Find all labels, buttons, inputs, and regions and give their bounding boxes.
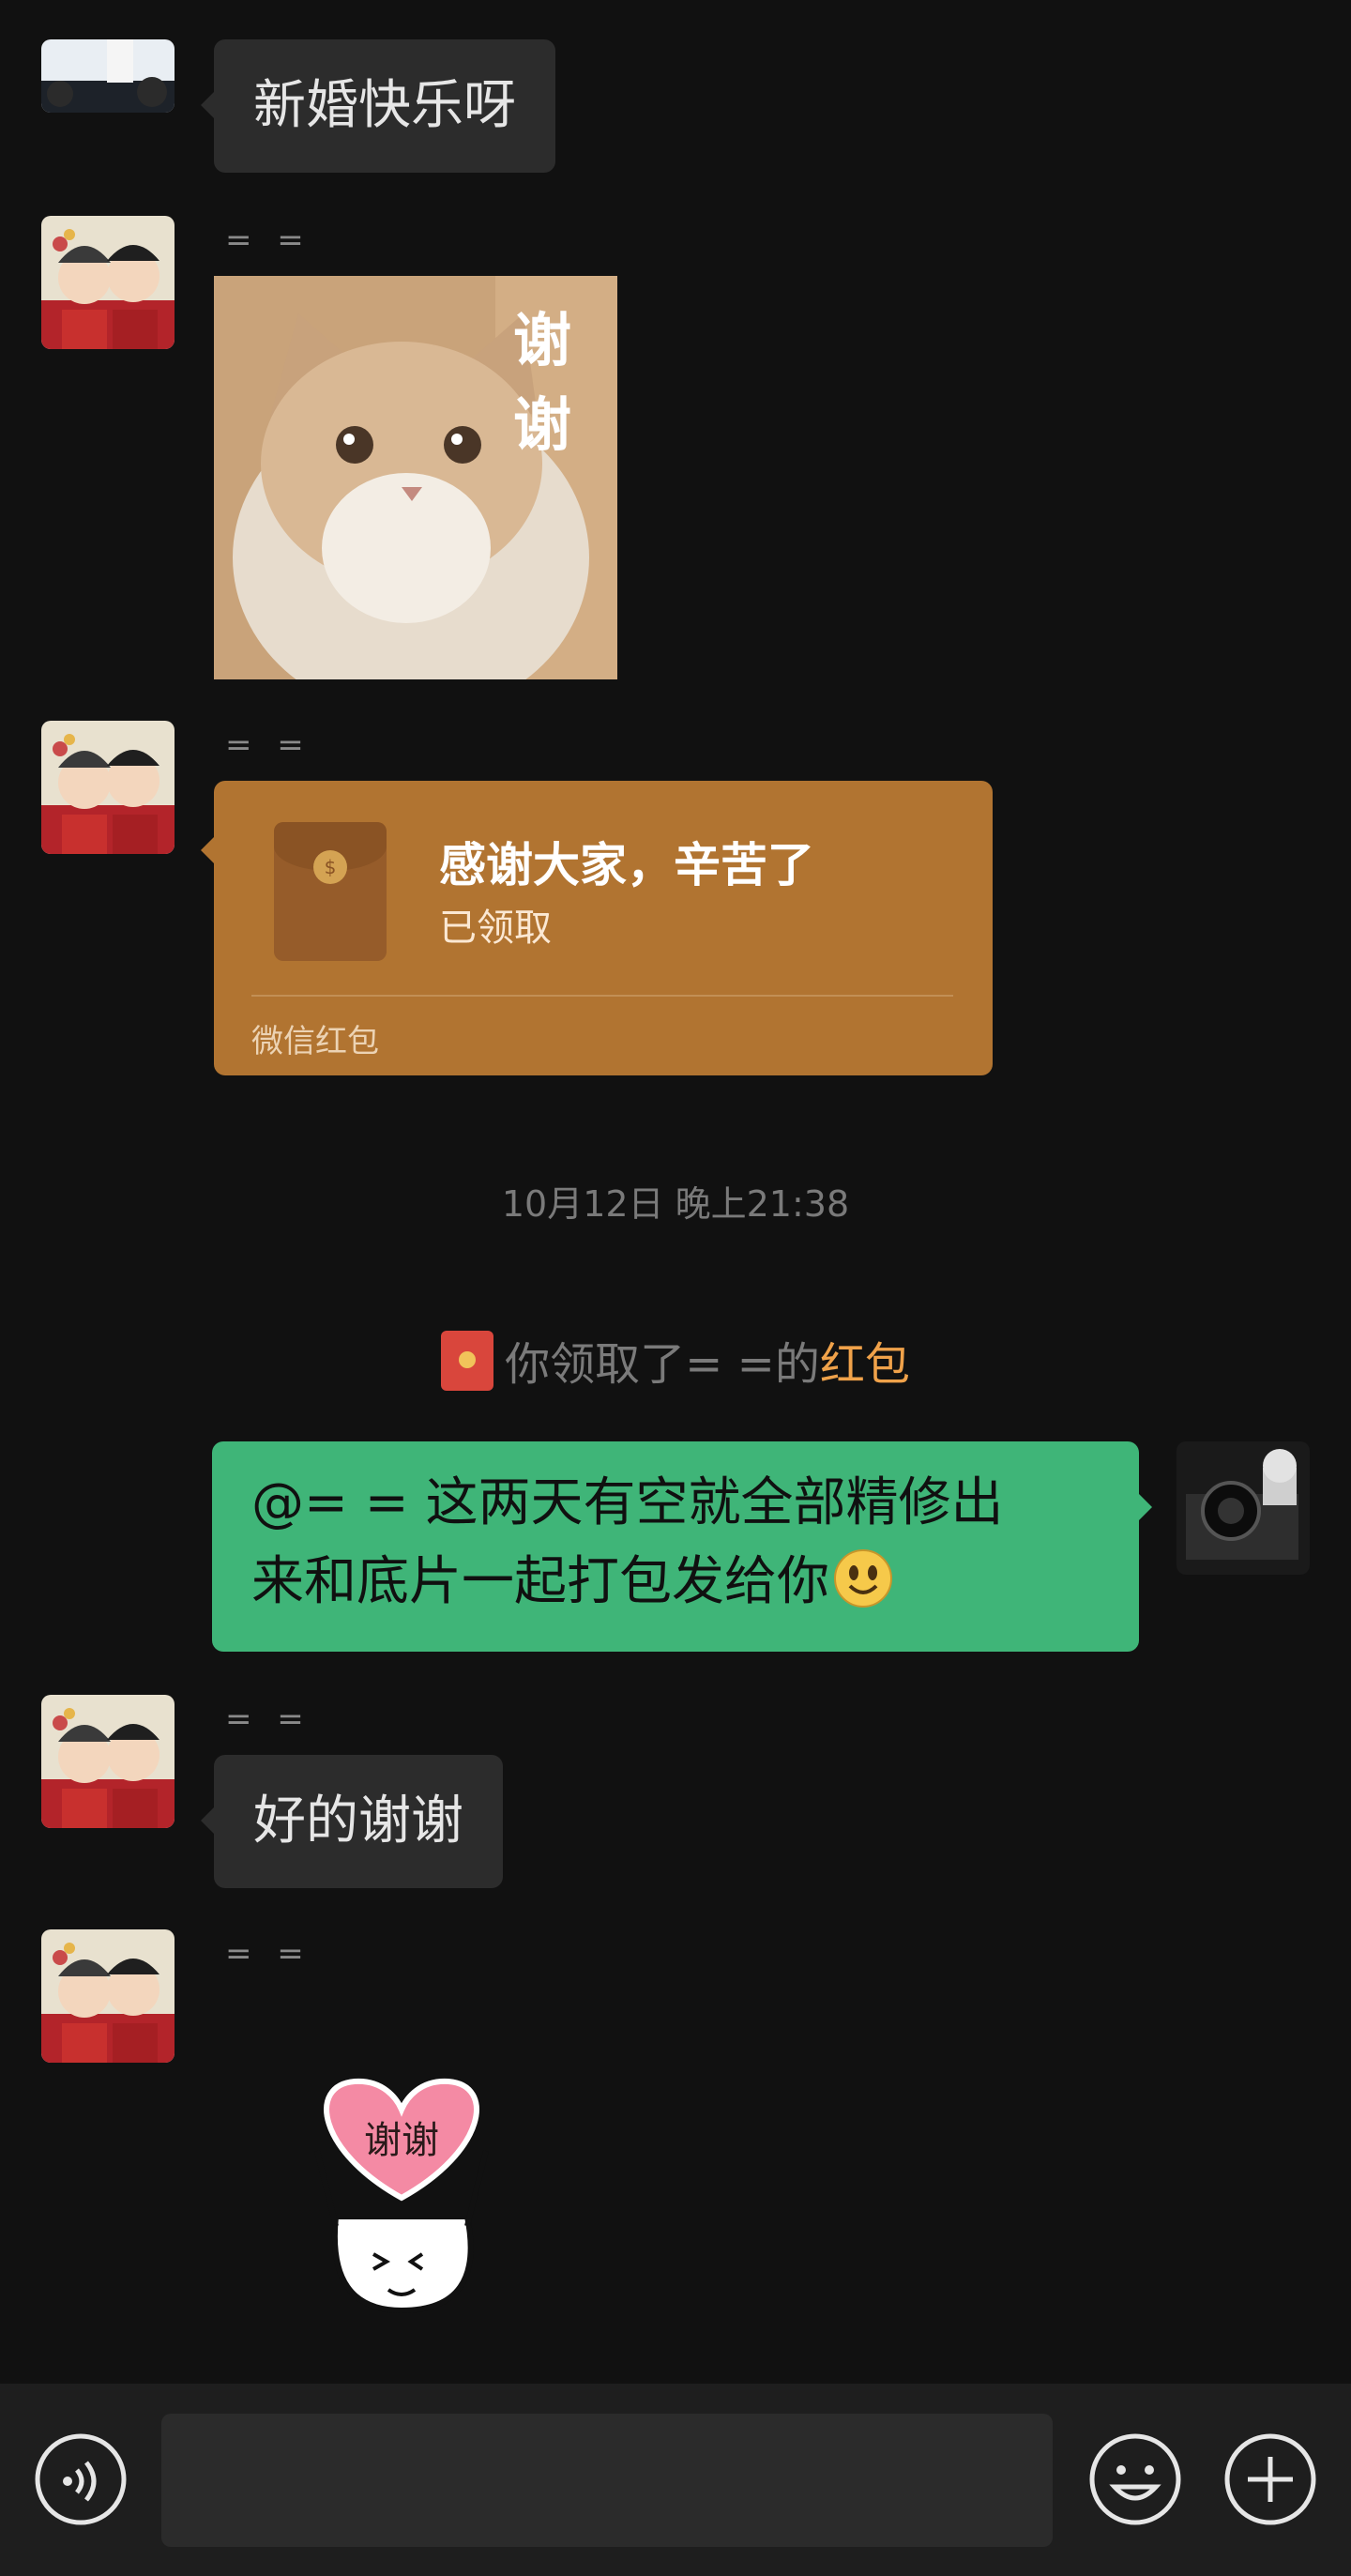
sender-name: = = [225, 221, 311, 259]
red-packet-icon [441, 1331, 494, 1391]
avatar[interactable] [41, 721, 175, 854]
sender-name: = = [225, 1700, 311, 1738]
heart-thanks-sticker[interactable]: 谢谢 [298, 2076, 505, 2320]
input-bar [0, 2384, 1351, 2576]
emoji-icon[interactable] [1088, 2432, 1182, 2526]
system-text: 你领取了= =的 [505, 1338, 820, 1391]
cat-thanks-sticker[interactable]: 谢 谢 [214, 276, 617, 679]
sender-name: = = [225, 1935, 311, 1973]
red-packet-icon: $ [274, 822, 387, 961]
message-bubble[interactable]: 好的谢谢 [201, 1755, 503, 1888]
message-text-line: 来和底片一起打包发给你 [251, 1543, 1100, 1631]
avatar[interactable] [41, 1929, 175, 2063]
timestamp: 10月12日 晚上21:38 [501, 1183, 850, 1225]
svg-text:谢: 谢 [513, 306, 571, 374]
sticker-text: 谢谢 [364, 2119, 439, 2162]
avatar[interactable] [41, 216, 175, 349]
my-avatar[interactable] [1176, 1441, 1310, 1575]
sender-name: = = [225, 726, 311, 764]
voice-icon[interactable] [34, 2432, 128, 2526]
plus-icon[interactable] [1223, 2432, 1317, 2526]
divider [251, 995, 953, 997]
red-packet-link[interactable]: 红包 [820, 1338, 910, 1391]
chat-area[interactable]: 新婚快乐呀 = = 谢 谢 = = $ 感谢大家，辛苦了 已领取 微信红包 10… [0, 0, 1351, 2384]
red-packet-footer: 微信红包 [251, 1023, 379, 1060]
message-bubble-self[interactable]: @= = 这两天有空就全部精修出 来和底片一起打包发给你 [212, 1441, 1152, 1652]
red-packet-status: 已领取 [439, 907, 552, 950]
message-text: 好的谢谢 [253, 1791, 463, 1852]
message-text-line: @= = 这两天有空就全部精修出 [251, 1472, 1004, 1533]
system-message: 你领取了= =的红包 [0, 1327, 1351, 1393]
avatar[interactable] [41, 1695, 175, 1828]
smile-emoji-icon [833, 1548, 893, 1631]
red-packet-card[interactable]: $ 感谢大家，辛苦了 已领取 微信红包 [201, 781, 993, 1075]
message-text: 新婚快乐呀 [253, 75, 516, 136]
red-packet-title: 感谢大家，辛苦了 [439, 838, 814, 892]
message-bubble[interactable]: 新婚快乐呀 [201, 39, 555, 173]
avatar[interactable] [41, 39, 175, 113]
svg-text:谢: 谢 [513, 390, 571, 459]
message-input[interactable] [161, 2414, 1053, 2547]
